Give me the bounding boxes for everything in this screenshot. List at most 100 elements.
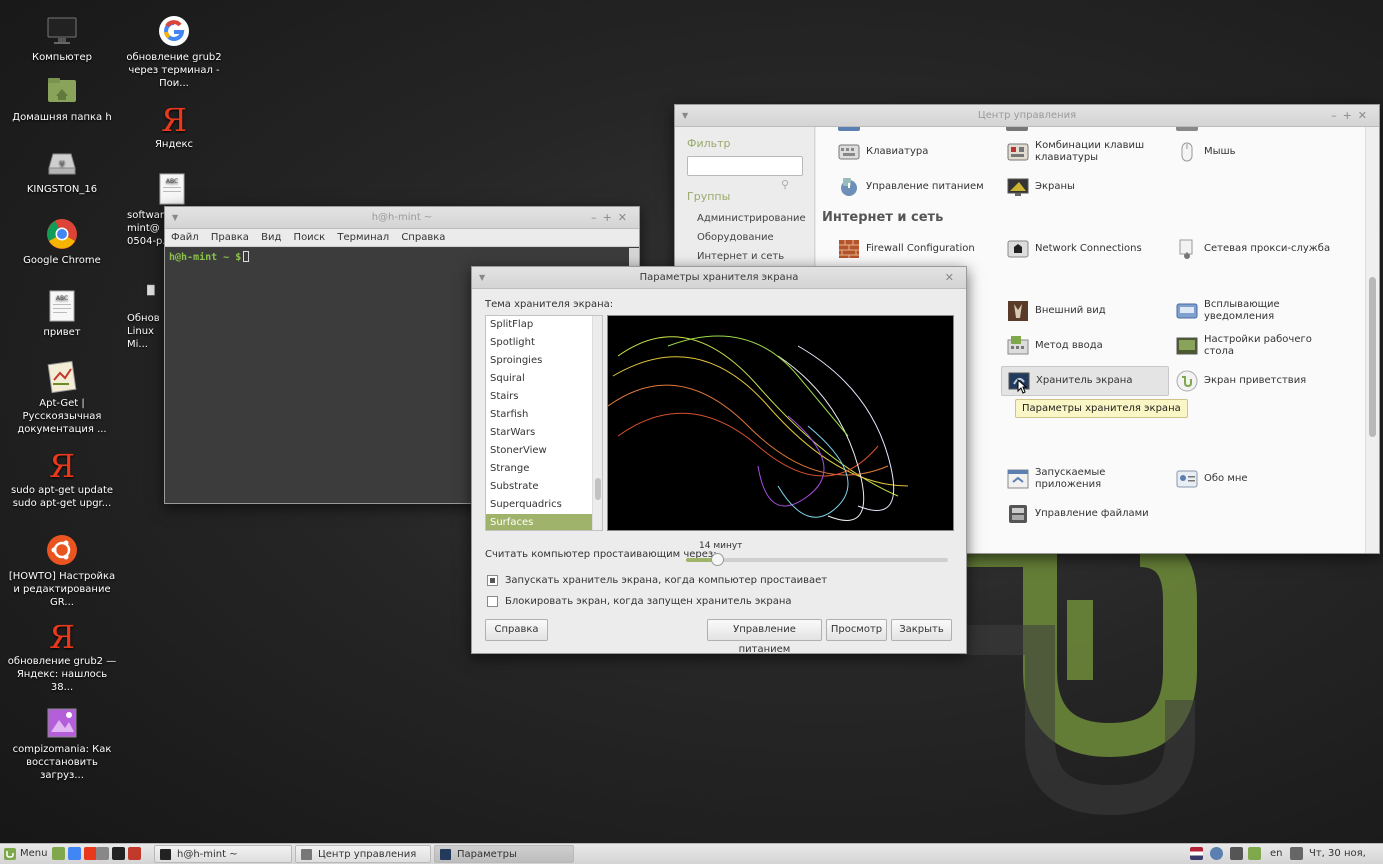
desktop-icon-computer[interactable]: Компьютер bbox=[7, 14, 117, 64]
lang-indicator[interactable]: en bbox=[1270, 845, 1283, 863]
network-icon[interactable] bbox=[1248, 847, 1261, 860]
task-terminal[interactable]: h@h-mint ~ bbox=[154, 845, 292, 863]
menu-terminal[interactable]: Терминал bbox=[337, 232, 389, 243]
desktop-icon-update-linux[interactable]: Обнов Linux Mi... bbox=[119, 275, 165, 351]
terminal-launcher-icon[interactable] bbox=[112, 847, 125, 860]
lock-checkbox[interactable] bbox=[487, 596, 498, 607]
close-icon[interactable]: ✕ bbox=[945, 267, 960, 289]
cc-item-file-management[interactable]: Управление файлами bbox=[1001, 499, 1169, 529]
cc-item-desktop-settings[interactable]: Настройки рабочего стола bbox=[1170, 331, 1338, 361]
filter-input[interactable] bbox=[687, 156, 803, 176]
menu-file[interactable]: Файл bbox=[171, 232, 199, 243]
cc-item-firewall[interactable]: Firewall Configuration bbox=[832, 234, 1000, 264]
clock[interactable]: Чт, 30 ноя, 03:14 bbox=[1309, 845, 1383, 863]
cc-item-notifications[interactable]: Всплывающие уведомления bbox=[1170, 296, 1338, 326]
group-item-admin[interactable]: Администрирование bbox=[697, 213, 814, 224]
window-menu-icon[interactable]: ▼ bbox=[682, 105, 688, 127]
terminal-titlebar[interactable]: ▼ h@h-mint ~ –+✕ bbox=[165, 207, 639, 229]
desktop-icon-google-grub[interactable]: обновление grub2 через терминал - Пои... bbox=[119, 14, 229, 90]
theme-list-item[interactable]: Squiral bbox=[486, 370, 602, 388]
cc-item-appearance[interactable]: Внешний вид bbox=[1001, 296, 1169, 326]
screensaver-titlebar[interactable]: ▼ Параметры хранителя экрана ✕ bbox=[472, 267, 966, 289]
cc-item-input-method[interactable]: Метод ввода bbox=[1001, 331, 1169, 361]
theme-list-item[interactable]: Starfish bbox=[486, 406, 602, 424]
control-center-titlebar[interactable]: ▼ Центр управления –+✕ bbox=[675, 105, 1379, 127]
cc-item-about-me[interactable]: Обо мне bbox=[1170, 464, 1338, 494]
task-control-center[interactable]: Центр управления bbox=[295, 845, 431, 863]
browser-launcher-icon[interactable] bbox=[68, 847, 81, 860]
cc-item-startup-apps[interactable]: Запускаемые приложения bbox=[1001, 464, 1169, 494]
menu-edit[interactable]: Правка bbox=[211, 232, 249, 243]
desktop-icon-compizomania[interactable]: compizomania: Как восстановить загруз... bbox=[7, 706, 117, 782]
theme-list-item[interactable]: Strange bbox=[486, 460, 602, 478]
cc-item-proxy[interactable]: Сетевая прокси-служба bbox=[1170, 234, 1338, 264]
theme-label: Тема хранителя экрана: bbox=[485, 299, 614, 310]
theme-list-scrollbar[interactable] bbox=[592, 316, 602, 530]
scrollbar-thumb[interactable] bbox=[595, 478, 601, 500]
cc-item-label: Мышь bbox=[1204, 146, 1236, 157]
desktop-icon-label: sudo apt-get update sudo apt-get upgr... bbox=[10, 485, 114, 509]
idle-slider[interactable] bbox=[686, 553, 948, 566]
task-label: Центр управления bbox=[318, 849, 417, 860]
scrollbar-thumb[interactable] bbox=[1369, 277, 1376, 437]
desktop-icon-usb[interactable]: ψ KINGSTON_16 bbox=[7, 146, 117, 196]
desktop-icon-yandex[interactable]: Я Яндекс bbox=[119, 101, 229, 151]
desktop-icon-yandex-grub[interactable]: Я обновление grub2 — Яндекс: нашлось 38.… bbox=[7, 618, 117, 694]
volume-icon[interactable] bbox=[1290, 847, 1303, 860]
cc-item-mouse[interactable]: Мышь bbox=[1170, 137, 1338, 167]
window-controls[interactable]: –+✕ bbox=[591, 207, 633, 229]
menu-button[interactable]: Menu bbox=[4, 845, 47, 863]
control-center-scrollbar[interactable] bbox=[1365, 127, 1379, 553]
window-menu-icon[interactable]: ▼ bbox=[479, 267, 485, 289]
theme-list-item[interactable]: Surfaces bbox=[486, 514, 602, 530]
desktop-icon-label: обновление grub2 через терминал - Пои... bbox=[126, 52, 222, 89]
activate-checkbox[interactable] bbox=[487, 575, 498, 586]
app-launcher-icon[interactable] bbox=[128, 847, 141, 860]
theme-list-item[interactable]: StonerView bbox=[486, 442, 602, 460]
cc-item-network-connections[interactable]: Network Connections bbox=[1001, 234, 1169, 264]
cc-item-keyboard-shortcuts[interactable]: Комбинации клавиш клавиатуры bbox=[1001, 137, 1169, 167]
theme-list-item[interactable]: Superquadrics bbox=[486, 496, 602, 514]
theme-list-item[interactable]: Sproingies bbox=[486, 352, 602, 370]
svg-text:Я: Я bbox=[49, 447, 75, 481]
idle-slider-knob[interactable] bbox=[711, 553, 725, 566]
window-controls[interactable]: –+✕ bbox=[1331, 105, 1373, 127]
menu-help[interactable]: Справка bbox=[401, 232, 445, 243]
preview-button[interactable]: Просмотр bbox=[826, 619, 887, 641]
desktop-icon-text-file[interactable]: ABC привет bbox=[7, 289, 117, 339]
close-button[interactable]: Закрыть bbox=[891, 619, 952, 641]
theme-list-item[interactable]: Stairs bbox=[486, 388, 602, 406]
menu-search[interactable]: Поиск bbox=[294, 232, 326, 243]
window-menu-icon[interactable]: ▼ bbox=[172, 207, 178, 229]
cc-item-power[interactable]: Управление питанием bbox=[832, 172, 1000, 202]
update-manager-icon[interactable] bbox=[1210, 847, 1223, 860]
theme-list-item[interactable]: StarWars bbox=[486, 424, 602, 442]
desktop-icon-yandex-apt[interactable]: Я sudo apt-get update sudo apt-get upgr.… bbox=[7, 447, 117, 510]
screensaver-dialog[interactable]: ▼ Параметры хранителя экрана ✕ Тема хран… bbox=[471, 266, 967, 655]
cc-item-keyboard[interactable]: Клавиатура bbox=[832, 137, 1000, 167]
help-button[interactable]: Справка bbox=[485, 619, 548, 641]
preview-ribbons bbox=[608, 335, 909, 521]
desktop-icon-home[interactable]: Домашняя папка h bbox=[7, 74, 117, 124]
theme-list-item[interactable]: SplitFlap bbox=[486, 316, 602, 334]
activate-checkbox-row[interactable]: Запускать хранитель экрана, когда компью… bbox=[487, 575, 827, 586]
yandex-icon: Я bbox=[49, 447, 75, 481]
theme-list[interactable]: SplitFlap Spotlight Sproingies Squiral Stair… bbox=[485, 315, 603, 531]
show-desktop-icon[interactable] bbox=[52, 847, 65, 860]
cc-item-welcome-screen[interactable]: Экран приветствия bbox=[1170, 366, 1338, 396]
desktop-icon-howto-grub[interactable]: [HOWTO] Настройка и редактирование GR... bbox=[7, 533, 117, 609]
keyboard-layout-flag-icon[interactable] bbox=[1190, 847, 1203, 860]
theme-list-item[interactable]: Spotlight bbox=[486, 334, 602, 352]
desktop-icon-apt-get[interactable]: Apt-Get | Русскоязычная документация ... bbox=[7, 360, 117, 436]
menu-view[interactable]: Вид bbox=[261, 232, 281, 243]
cc-item-displays[interactable]: Экраны bbox=[1001, 172, 1169, 202]
task-screensaver[interactable]: Параметры хранителя э... bbox=[434, 845, 574, 863]
edit-icon[interactable] bbox=[1230, 847, 1243, 860]
desktop-icon-chrome[interactable]: Google Chrome bbox=[7, 217, 117, 267]
lock-checkbox-row[interactable]: Блокировать экран, когда запущен храните… bbox=[487, 596, 792, 607]
power-management-button[interactable]: Управление питанием bbox=[707, 619, 822, 655]
theme-list-item[interactable]: Substrate bbox=[486, 478, 602, 496]
group-item-internet[interactable]: Интернет и сеть bbox=[697, 251, 814, 262]
files-launcher-icon[interactable] bbox=[96, 847, 109, 860]
group-item-hardware[interactable]: Оборудование bbox=[697, 232, 814, 243]
